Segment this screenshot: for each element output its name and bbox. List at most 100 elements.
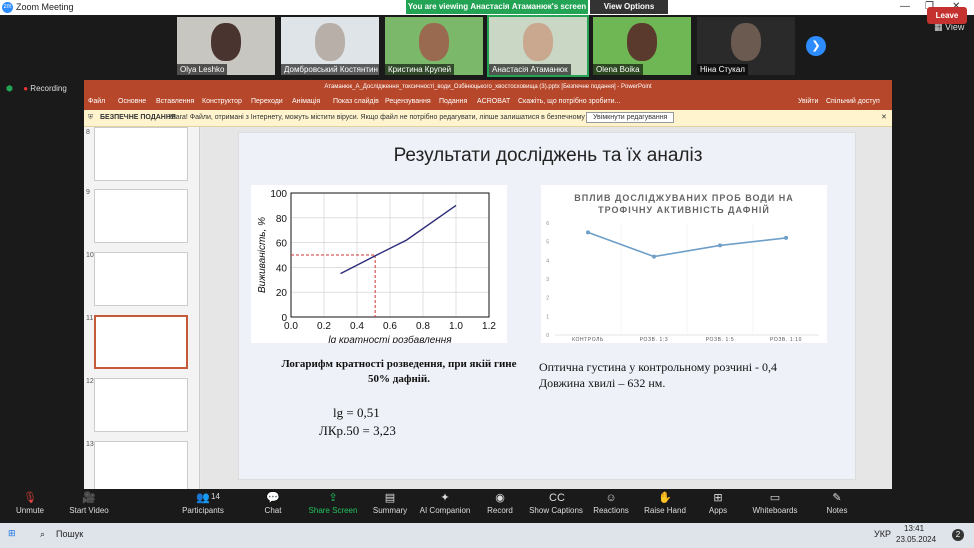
toolbar-label: Chat bbox=[264, 506, 282, 515]
start-video-button[interactable]: 🎥 Start Video bbox=[57, 489, 121, 515]
recording-indicator[interactable]: ⬢ ● Recording bbox=[6, 84, 67, 93]
formula-lkr: ЛКр.50 = 3,23 bbox=[319, 423, 396, 438]
next-participants-button[interactable]: ❯ bbox=[806, 36, 826, 56]
tab-view[interactable]: Подання bbox=[439, 98, 467, 105]
viewing-banner: You are viewing Анастасія Атаманюк's scr… bbox=[406, 0, 588, 14]
slide-thumbnail[interactable] bbox=[94, 189, 188, 243]
data-point bbox=[784, 235, 788, 240]
tab-review[interactable]: Рецензування bbox=[385, 98, 431, 105]
apps-button[interactable]: ⊞ Apps bbox=[686, 489, 750, 515]
leave-button[interactable]: Leave bbox=[927, 7, 967, 24]
notes-icon: ✎ bbox=[832, 492, 842, 504]
chat-icon: 💬 bbox=[266, 492, 280, 504]
tab-slideshow[interactable]: Показ слайдів bbox=[333, 98, 379, 105]
participants-icon: 👥 bbox=[196, 492, 210, 504]
share-link[interactable]: Спільний доступ bbox=[826, 98, 880, 105]
toolbar-label: Apps bbox=[708, 506, 728, 515]
toolbar-label: Unmute bbox=[15, 506, 44, 515]
ribbon-tabs: Файл Основне Вставлення Конструктор Пере… bbox=[84, 94, 892, 110]
participant-tile[interactable]: Ніна Стукал bbox=[697, 17, 795, 75]
toolbar-label: Raise Hand bbox=[644, 506, 686, 515]
slide-thumbnails: 8 9 10 11 12 13 bbox=[84, 127, 200, 495]
tab-home[interactable]: Основне bbox=[118, 98, 146, 105]
participant-tile-active[interactable]: Анастасія Атаманюк bbox=[487, 15, 589, 77]
record-dot-icon: ● bbox=[23, 84, 29, 93]
notes-button[interactable]: ✎ Notes bbox=[805, 489, 869, 515]
share-screen-icon: ⇪ bbox=[328, 492, 338, 504]
whiteboards-button[interactable]: ▭ Whiteboards bbox=[743, 489, 807, 515]
powerpoint-title: Атаманюк_А_Дослідження_токсичності_води_… bbox=[84, 80, 892, 94]
app-title: Zoom Meeting bbox=[16, 2, 74, 12]
tab-insert[interactable]: Вставлення bbox=[156, 98, 194, 105]
participant-tile[interactable]: Olena Boika bbox=[593, 17, 691, 75]
tab-design[interactable]: Конструктор bbox=[202, 98, 242, 105]
signin-link[interactable]: Увійти bbox=[798, 98, 818, 105]
x-tick-label: РОЗВ. 1:3 bbox=[640, 337, 669, 343]
x-tick-label: 0.4 bbox=[350, 321, 364, 332]
slide-thumbnail-selected[interactable] bbox=[94, 315, 188, 369]
slide-title: Результати досліджень та їх аналіз bbox=[393, 145, 703, 166]
y-tick-label: 20 bbox=[276, 288, 288, 299]
participant-tile[interactable]: Домбровський Костянтин bbox=[281, 17, 379, 75]
toolbar-label: AI Companion bbox=[419, 506, 471, 515]
x-tick-label: 1.0 bbox=[449, 321, 463, 332]
participants-button[interactable]: 👥 Participants 14 bbox=[171, 489, 235, 515]
x-tick-label: КОНТРОЛЬ bbox=[572, 337, 604, 343]
y-tick-label: 60 bbox=[276, 239, 288, 250]
zoom-logo-icon: zm bbox=[2, 2, 13, 13]
right-caption: Оптична густина у контрольному розчині -… bbox=[539, 360, 778, 390]
unmute-button[interactable]: 🎙 Unmute bbox=[0, 489, 62, 515]
y-tick-label: 4 bbox=[546, 258, 549, 264]
y-tick-label: 6 bbox=[546, 221, 549, 227]
chat-button[interactable]: 💬 Chat bbox=[241, 489, 305, 515]
trophic-chart: ВПЛИВ ДОСЛІДЖУВАНИХ ПРОБ ВОДИ НАТРОФІЧНУ… bbox=[541, 185, 827, 343]
share-screen-button[interactable]: ⇪ Share Screen bbox=[301, 489, 365, 515]
tab-transitions[interactable]: Переходи bbox=[251, 98, 283, 105]
chart-title-line1: ВПЛИВ ДОСЛІДЖУВАНИХ ПРОБ ВОДИ НА bbox=[574, 193, 794, 203]
raise-hand-icon: ✋ bbox=[658, 492, 672, 504]
close-icon[interactable]: ✕ bbox=[881, 113, 887, 121]
participant-count: 14 bbox=[211, 492, 220, 501]
clock-time[interactable]: 13:41 bbox=[904, 524, 924, 533]
clock-date[interactable]: 23.05.2024 bbox=[896, 535, 936, 544]
participant-tile[interactable]: Кристина Крупей bbox=[385, 17, 483, 75]
x-tick-label: 0.8 bbox=[416, 321, 430, 332]
view-options-button[interactable]: View Options bbox=[590, 0, 668, 14]
y-tick-label: 0 bbox=[546, 333, 549, 339]
participant-tile[interactable]: Olya Leshko bbox=[177, 17, 275, 75]
tab-acrobat[interactable]: ACROBAT bbox=[477, 98, 510, 105]
shared-screen: Атаманюк_А_Дослідження_токсичності_води_… bbox=[84, 80, 892, 495]
shield-icon: ⛨ bbox=[88, 114, 94, 121]
slide-thumbnail[interactable] bbox=[94, 127, 188, 181]
tab-file[interactable]: Файл bbox=[88, 98, 105, 105]
captions-icon: CC bbox=[549, 492, 565, 504]
record-button[interactable]: ◉ Record bbox=[468, 489, 532, 515]
tell-me-search[interactable]: Скажіть, що потрібно зробити... bbox=[518, 98, 620, 105]
tab-animations[interactable]: Анімація bbox=[292, 98, 320, 105]
slide-thumbnail[interactable] bbox=[94, 252, 188, 306]
slide-thumbnail[interactable] bbox=[94, 378, 188, 432]
x-axis-label: lg кратності розбавлення bbox=[328, 334, 452, 343]
record-icon: ◉ bbox=[495, 492, 505, 504]
meeting-toolbar: 🎙 Unmute 🎥 Start Video 👥 Participants 14 💬 Chat ⇪… bbox=[0, 489, 974, 523]
slide-thumbnail[interactable] bbox=[94, 441, 188, 495]
language-indicator[interactable]: УКР bbox=[874, 529, 891, 539]
toolbar-label: Show Captions bbox=[529, 506, 583, 515]
y-tick-label: 2 bbox=[546, 296, 549, 302]
participant-strip bbox=[0, 15, 974, 75]
taskbar-search[interactable]: Пошук bbox=[56, 529, 83, 539]
slide: Результати досліджень та їх аналіз 0.0 0.… bbox=[238, 132, 856, 480]
toolbar-label: Reactions bbox=[593, 506, 629, 515]
minimize-icon[interactable]: — bbox=[900, 1, 910, 12]
windows-start-icon[interactable]: ⊞ bbox=[8, 528, 16, 539]
mic-off-icon: 🎙 bbox=[23, 492, 37, 504]
y-axis-label: Виживаність, % bbox=[257, 217, 268, 293]
x-tick-label: РОЗВ. 1:5 bbox=[706, 337, 735, 343]
search-icon: ⌕ bbox=[40, 529, 46, 539]
ai-companion-icon: ✦ bbox=[440, 492, 450, 504]
enable-editing-button[interactable]: Увімкнути редагування bbox=[586, 112, 675, 123]
y-tick-label: 100 bbox=[270, 189, 287, 200]
y-tick-label: 40 bbox=[276, 263, 288, 274]
x-tick-label: 1.2 bbox=[482, 321, 496, 332]
notification-badge[interactable]: 2 bbox=[952, 529, 964, 541]
